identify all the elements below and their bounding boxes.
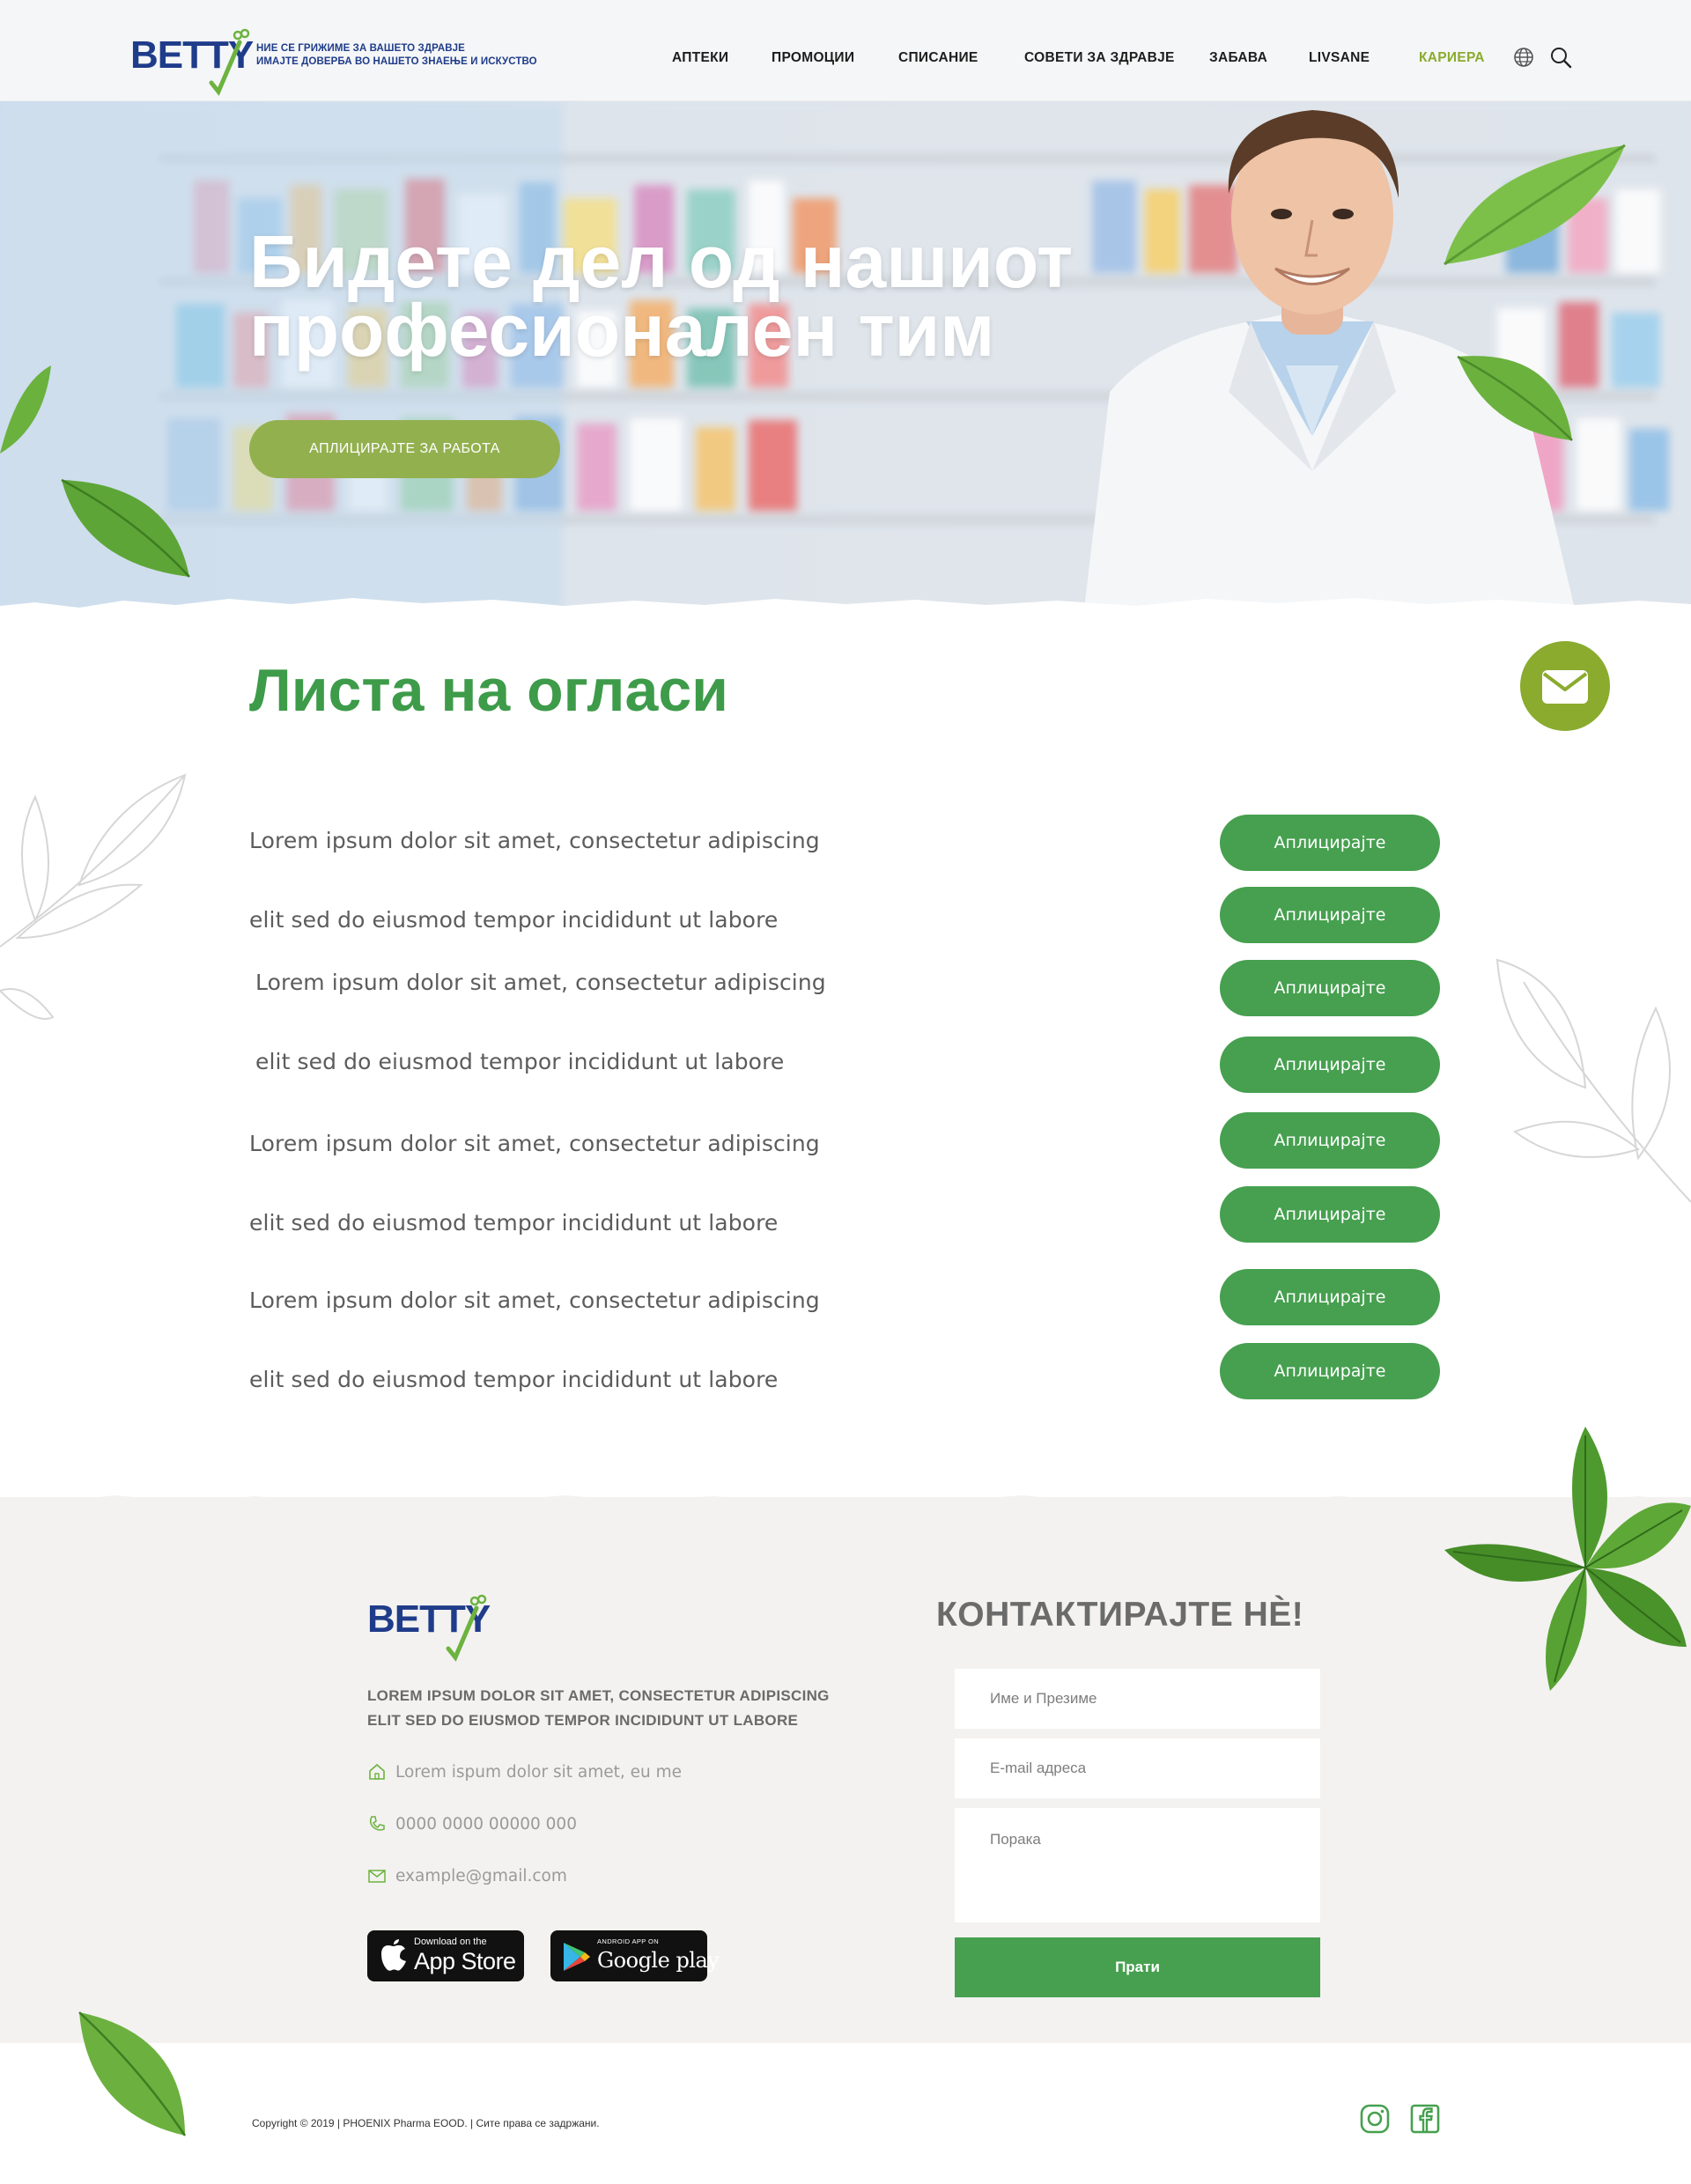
footer — [0, 1497, 1691, 2043]
job-title[interactable]: elit sed do eiusmod tempor incididunt ut… — [249, 907, 778, 933]
apply-button[interactable]: Аплицирајте — [1220, 815, 1440, 871]
torn-paper-edge — [0, 2017, 1691, 2041]
job-title[interactable]: Lorem ipsum dolor sit amet, consectetur … — [249, 1288, 820, 1313]
envelope-icon — [1542, 670, 1588, 704]
nav-item-career[interactable]: КАРИЕРА — [1419, 50, 1485, 66]
header-tagline: НИЕ СЕ ГРИЖИМЕ ЗА ВАШЕТО ЗДРАВЈЕ ИМАЈТЕ … — [256, 42, 537, 69]
contact-title: КОНТАКТИРАЈТЕ НÈ! — [936, 1596, 1304, 1634]
google-play-badge[interactable]: ANDROID APP ON Google play — [550, 1930, 720, 1981]
nav-item-promotions[interactable]: ПРОМОЦИИ — [772, 50, 854, 66]
torn-paper-edge — [0, 598, 1691, 634]
globe-icon[interactable] — [1512, 46, 1535, 69]
name-field[interactable] — [955, 1669, 1320, 1729]
apply-button[interactable]: Аплицирајте — [1220, 1186, 1440, 1243]
apply-button[interactable]: Аплицирајте — [1220, 960, 1440, 1016]
job-list-title: Листа на огласи — [249, 657, 728, 724]
app-store-small-text: Download on the — [414, 1937, 487, 1947]
apply-button[interactable]: Аплицирајте — [1220, 887, 1440, 943]
betty-logo[interactable]: BETTY — [130, 19, 254, 99]
nav-item-livsane[interactable]: LIVSANE — [1309, 50, 1370, 66]
google-play-small-text: ANDROID APP ON — [597, 1937, 660, 1945]
email-text[interactable]: example@gmail.com — [395, 1867, 567, 1885]
job-title[interactable]: Lorem ipsum dolor sit amet, consectetur … — [249, 1131, 820, 1156]
home-icon — [369, 1763, 385, 1780]
tagline-line-2: ИМАЈТЕ ДОВЕРБА ВО НАШЕТО ЗНАЕЊЕ И ИСКУСТ… — [256, 56, 537, 67]
nav-item-magazine[interactable]: СПИСАНИЕ — [898, 50, 978, 66]
address-text: Lorem ispum dolor sit amet, eu me — [395, 1763, 682, 1782]
apply-button[interactable]: Аплицирајте — [1220, 1037, 1440, 1093]
job-title[interactable]: elit sed do eiusmod tempor incididunt ut… — [255, 1049, 784, 1074]
mail-icon — [368, 1870, 386, 1883]
google-play-big-text: Google play — [597, 1948, 720, 1973]
send-button[interactable]: Прати — [955, 1937, 1320, 1997]
footer-logo[interactable]: BETTY — [367, 1585, 499, 1664]
job-title[interactable]: Lorem ipsum dolor sit amet, consectetur … — [255, 970, 826, 995]
hero-title-line-2: професионален тим — [249, 289, 995, 372]
apply-for-job-button[interactable]: АПЛИЦИРАЈТЕ ЗА РАБОТА — [249, 420, 560, 478]
job-title[interactable]: elit sed do eiusmod tempor incididunt ut… — [249, 1210, 778, 1236]
phone-text[interactable]: 0000 0000 00000 000 — [395, 1815, 577, 1834]
search-icon[interactable] — [1549, 46, 1572, 69]
apply-button[interactable]: Аплицирајте — [1220, 1343, 1440, 1399]
outline-leaf-decoration — [0, 773, 187, 1020]
footer-description-line-1: LOREM IPSUM DOLOR SIT AMET, CONSECTETUR … — [367, 1687, 830, 1704]
logo-check-icon — [446, 1594, 487, 1662]
phone-icon — [369, 1816, 385, 1831]
nav-item-fun[interactable]: ЗАБАВА — [1209, 50, 1267, 66]
logo-check-icon — [209, 28, 250, 96]
nav-item-health-tips[interactable]: СОВЕТИ ЗА ЗДРАВЈЕ — [1024, 50, 1175, 66]
facebook-icon[interactable] — [1409, 2103, 1441, 2135]
torn-paper-edge — [0, 1495, 1691, 1524]
google-play-icon — [564, 1943, 590, 1971]
apple-icon — [381, 1939, 406, 1971]
tagline-line-1: НИЕ СЕ ГРИЖИМЕ ЗА ВАШЕТО ЗДРАВЈЕ — [256, 43, 465, 54]
nav-item-pharmacies[interactable]: АПТЕКИ — [672, 50, 728, 66]
mail-button[interactable] — [1520, 641, 1610, 731]
footer-description: LOREM IPSUM DOLOR SIT AMET, CONSECTETUR … — [367, 1684, 860, 1733]
message-field[interactable] — [955, 1808, 1320, 1922]
apply-button[interactable]: Аплицирајте — [1220, 1269, 1440, 1325]
outline-leaf-decoration — [1495, 958, 1691, 1203]
job-title[interactable]: Lorem ipsum dolor sit amet, consectetur … — [249, 828, 820, 853]
apply-button[interactable]: Аплицирајте — [1220, 1112, 1440, 1169]
app-store-badge[interactable]: Download on the App Store — [367, 1930, 524, 1981]
site-header: BETTY НИЕ СЕ ГРИЖИМЕ ЗА ВАШЕТО ЗДРАВЈЕ И… — [0, 0, 1691, 101]
job-title[interactable]: elit sed do eiusmod tempor incididunt ut… — [249, 1367, 778, 1392]
email-field[interactable] — [955, 1738, 1320, 1798]
footer-description-line-2: ELIT SED DO EIUSMOD TEMPOR INCIDIDUNT UT… — [367, 1712, 799, 1729]
hero-title: Бидете дел од нашиот професионален тим — [249, 225, 1218, 367]
app-store-big-text: App Store — [414, 1948, 516, 1974]
hero-banner: Бидете дел од нашиот професионален тим А… — [0, 101, 1691, 616]
instagram-icon[interactable] — [1359, 2103, 1391, 2135]
copyright-text: Copyright © 2019 | PHOENIX Pharma EOOD. … — [252, 2117, 600, 2129]
